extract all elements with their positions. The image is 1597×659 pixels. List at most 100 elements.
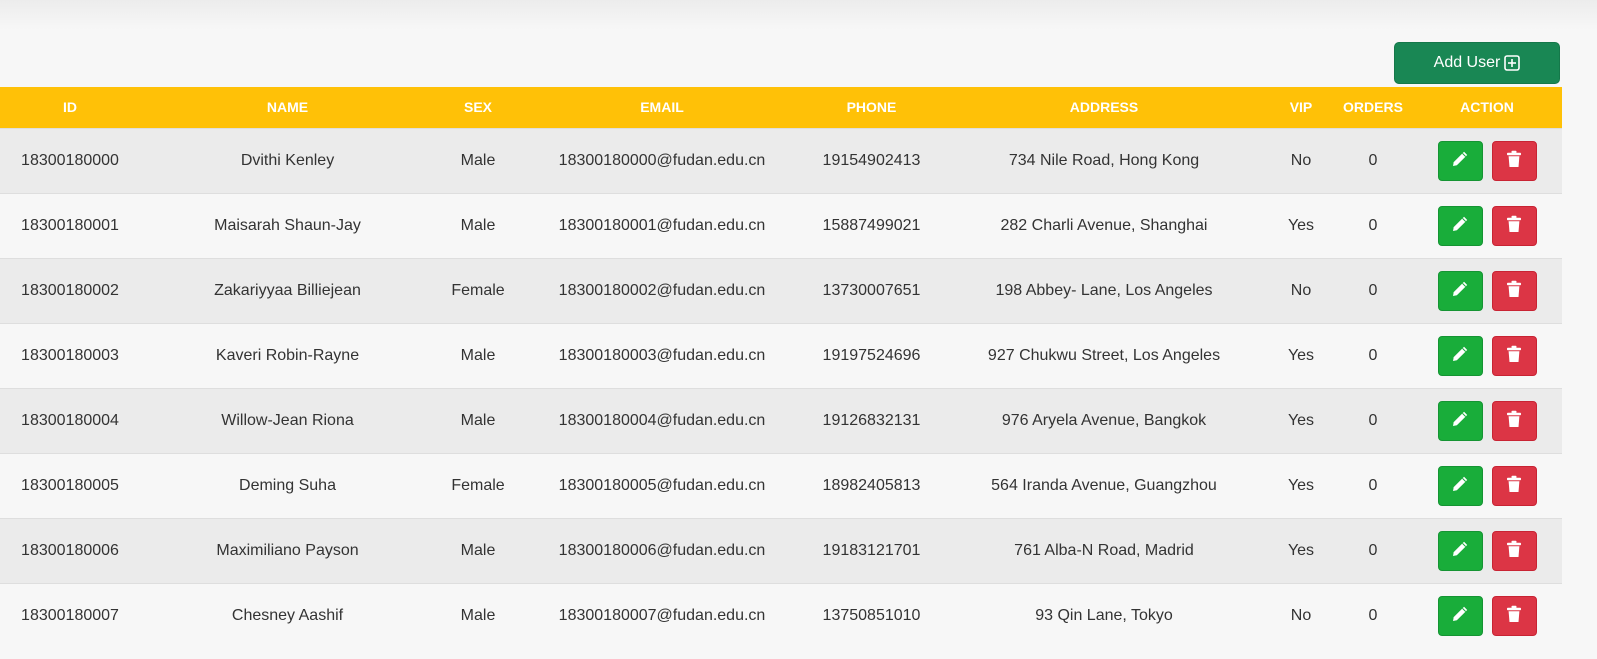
edit-button[interactable] (1437, 335, 1483, 376)
cell-vip: Yes (1287, 346, 1315, 364)
cell-name: Zakariyyaa Billiejean (214, 281, 361, 299)
delete-button[interactable] (1491, 205, 1537, 246)
cell-sex: Male (460, 606, 496, 624)
delete-button[interactable] (1491, 400, 1537, 441)
cell-orders: 0 (1368, 151, 1378, 169)
trash-icon (1506, 280, 1522, 301)
cell-id: 18300180000 (21, 151, 119, 169)
table-row: 18300180000 Dvithi Kenley Male 183001800… (0, 128, 1562, 193)
pencil-icon (1451, 410, 1469, 431)
edit-button[interactable] (1437, 400, 1483, 441)
edit-button[interactable] (1437, 140, 1483, 181)
table-row: 18300180003 Kaveri Robin-Rayne Male 1830… (0, 323, 1562, 388)
cell-orders: 0 (1368, 476, 1378, 494)
cell-vip: Yes (1287, 411, 1315, 429)
column-header-sex[interactable]: SEX (435, 87, 521, 128)
pencil-icon (1451, 280, 1469, 301)
cell-address: 761 Alba-N Road, Madrid (1014, 541, 1194, 559)
cell-name: Maisarah Shaun-Jay (214, 216, 361, 234)
cell-vip: Yes (1287, 541, 1315, 559)
table-row: 18300180004 Willow-Jean Riona Male 18300… (0, 388, 1562, 453)
cell-orders: 0 (1368, 216, 1378, 234)
cell-orders: 0 (1368, 411, 1378, 429)
cell-email: 18300180001@fudan.edu.cn (558, 216, 766, 234)
cell-id: 18300180004 (21, 411, 119, 429)
cell-phone: 13750851010 (822, 606, 921, 624)
delete-button[interactable] (1491, 530, 1537, 571)
pencil-icon (1451, 345, 1469, 366)
table-body: 18300180000 Dvithi Kenley Male 183001800… (0, 128, 1562, 648)
cell-sex: Male (460, 541, 496, 559)
column-header-address[interactable]: ADDRESS (940, 87, 1268, 128)
edit-button[interactable] (1437, 205, 1483, 246)
user-table: ID NAME SEX EMAIL PHONE ADDRESS VIP ORDE… (0, 87, 1562, 648)
edit-button[interactable] (1437, 465, 1483, 506)
cell-sex: Female (451, 476, 505, 494)
cell-name: Maximiliano Payson (216, 541, 359, 559)
cell-phone: 19183121701 (822, 541, 921, 559)
cell-id: 18300180003 (21, 346, 119, 364)
column-header-email[interactable]: EMAIL (521, 87, 803, 128)
cell-address: 927 Chukwu Street, Los Angeles (987, 346, 1221, 364)
column-header-orders[interactable]: ORDERS (1334, 87, 1412, 128)
cell-id: 18300180002 (21, 281, 119, 299)
trash-icon (1506, 150, 1522, 171)
column-header-phone[interactable]: PHONE (803, 87, 940, 128)
edit-button[interactable] (1437, 595, 1483, 636)
cell-vip: No (1290, 606, 1312, 624)
cell-phone: 19154902413 (822, 151, 921, 169)
add-user-button[interactable]: Add User (1394, 42, 1560, 84)
cell-vip: No (1290, 151, 1312, 169)
pencil-icon (1451, 150, 1469, 171)
delete-button[interactable] (1491, 335, 1537, 376)
delete-button[interactable] (1491, 595, 1537, 636)
plus-box-icon (1504, 55, 1521, 71)
delete-button[interactable] (1491, 270, 1537, 311)
cell-action (1412, 453, 1562, 518)
cell-action (1412, 128, 1562, 193)
table-row: 18300180002 Zakariyyaa Billiejean Female… (0, 258, 1562, 323)
column-header-id[interactable]: ID (0, 87, 140, 128)
cell-address: 282 Charli Avenue, Shanghai (1000, 216, 1208, 234)
table-row: 18300180001 Maisarah Shaun-Jay Male 1830… (0, 193, 1562, 258)
cell-id: 18300180001 (21, 216, 119, 234)
column-header-vip[interactable]: VIP (1268, 87, 1334, 128)
cell-action (1412, 258, 1562, 323)
column-header-name[interactable]: NAME (140, 87, 435, 128)
cell-orders: 0 (1368, 346, 1378, 364)
pencil-icon (1451, 605, 1469, 626)
pencil-icon (1451, 540, 1469, 561)
cell-sex: Male (460, 216, 496, 234)
cell-id: 18300180007 (21, 606, 119, 624)
table-row: 18300180006 Maximiliano Payson Male 1830… (0, 518, 1562, 583)
cell-email: 18300180000@fudan.edu.cn (558, 151, 766, 169)
edit-button[interactable] (1437, 270, 1483, 311)
cell-phone: 13730007651 (822, 281, 921, 299)
trash-icon (1506, 345, 1522, 366)
cell-email: 18300180002@fudan.edu.cn (558, 281, 766, 299)
cell-phone: 15887499021 (822, 216, 921, 234)
trash-icon (1506, 410, 1522, 431)
cell-email: 18300180003@fudan.edu.cn (558, 346, 766, 364)
cell-email: 18300180007@fudan.edu.cn (558, 606, 766, 624)
table-header-row: ID NAME SEX EMAIL PHONE ADDRESS VIP ORDE… (0, 87, 1562, 128)
cell-orders: 0 (1368, 606, 1378, 624)
trash-icon (1506, 605, 1522, 626)
delete-button[interactable] (1491, 140, 1537, 181)
delete-button[interactable] (1491, 465, 1537, 506)
table-row: 18300180007 Chesney Aashif Male 18300180… (0, 583, 1562, 648)
cell-phone: 18982405813 (822, 476, 921, 494)
cell-address: 734 Nile Road, Hong Kong (1008, 151, 1200, 169)
cell-name: Chesney Aashif (231, 606, 344, 624)
cell-email: 18300180005@fudan.edu.cn (558, 476, 766, 494)
cell-action (1412, 583, 1562, 648)
cell-sex: Male (460, 411, 496, 429)
cell-phone: 19126832131 (822, 411, 921, 429)
cell-address: 564 Iranda Avenue, Guangzhou (991, 476, 1217, 494)
cell-name: Deming Suha (239, 476, 336, 494)
cell-action (1412, 518, 1562, 583)
edit-button[interactable] (1437, 530, 1483, 571)
cell-email: 18300180006@fudan.edu.cn (558, 541, 766, 559)
table-row: 18300180005 Deming Suha Female 183001800… (0, 453, 1562, 518)
cell-vip: No (1290, 281, 1312, 299)
